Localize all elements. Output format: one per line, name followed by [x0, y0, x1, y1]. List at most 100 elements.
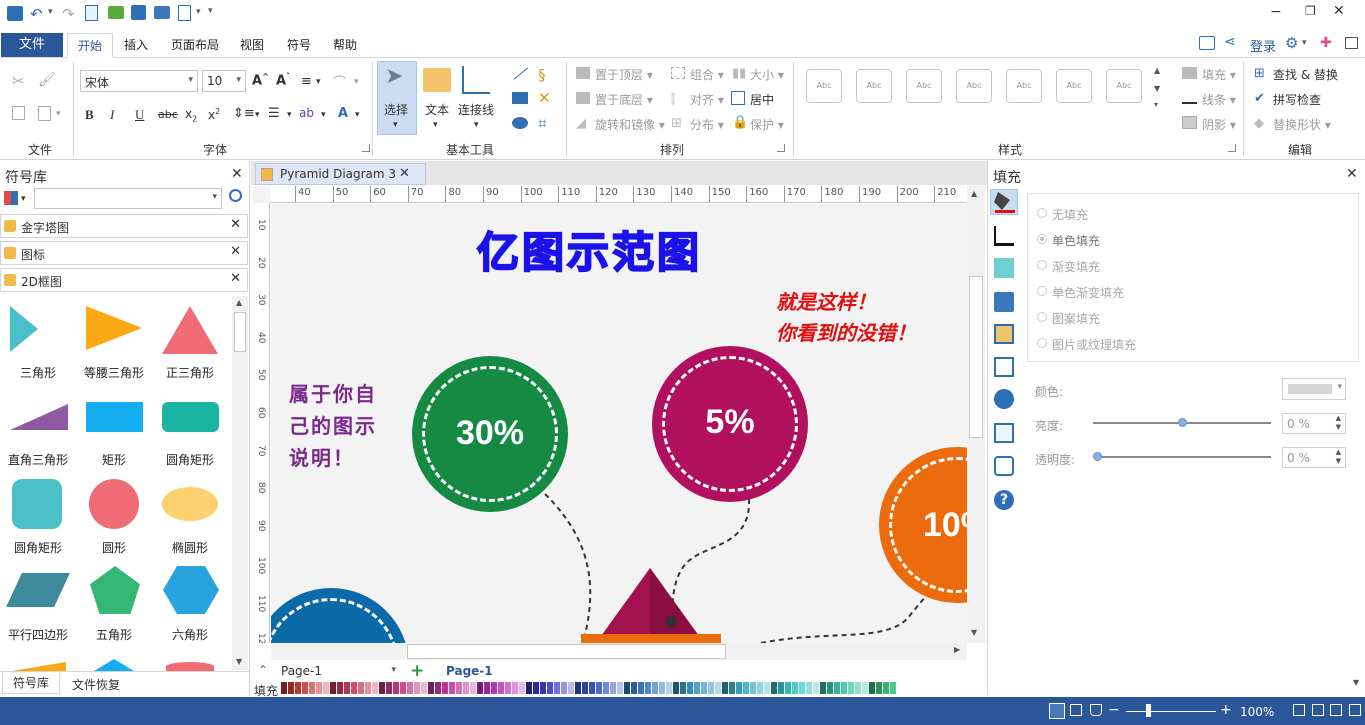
option-solid-fill[interactable]: 单色填充 — [1052, 232, 1100, 249]
color-swatch[interactable] — [862, 682, 868, 694]
color-swatch[interactable] — [449, 682, 455, 694]
tab-file-recovery[interactable]: 文件恢复 — [72, 676, 120, 693]
color-swatch[interactable] — [631, 682, 637, 694]
ellipse-tool-icon[interactable] — [512, 117, 528, 129]
color-swatch[interactable] — [491, 682, 497, 694]
color-swatch[interactable] — [372, 682, 378, 694]
zoom-level[interactable]: 100% — [1240, 705, 1274, 719]
color-swatch[interactable] — [512, 682, 518, 694]
send-back-button[interactable]: 置于底层 ▾ — [595, 91, 653, 108]
print-icon[interactable] — [154, 6, 170, 19]
style-sample-1[interactable]: Abc — [806, 69, 842, 103]
style-sample-4[interactable]: Abc — [956, 69, 992, 103]
color-swatch[interactable] — [820, 682, 826, 694]
color-swatch[interactable] — [547, 682, 553, 694]
color-swatch[interactable] — [743, 682, 749, 694]
color-swatch[interactable] — [890, 682, 896, 694]
color-swatch[interactable] — [827, 682, 833, 694]
shadow-button[interactable]: 阴影 ▾ — [1202, 116, 1236, 133]
color-swatch[interactable] — [722, 682, 728, 694]
color-swatch[interactable] — [785, 682, 791, 694]
transparency-input[interactable]: 0 % ▲ ▼ — [1282, 447, 1346, 468]
right-panel-scrollbar[interactable]: ▼ — [1353, 678, 1363, 692]
superscript-button[interactable]: x2 — [208, 107, 220, 122]
feedback-icon[interactable] — [1199, 36, 1215, 50]
fullscreen-icon[interactable] — [1330, 704, 1342, 716]
stepper-icon[interactable]: ▲ ▼ — [1336, 414, 1341, 432]
color-palette[interactable] — [281, 682, 901, 695]
close-icon[interactable]: ✕ — [230, 271, 241, 286]
bring-front-button[interactable]: 置于顶层 ▾ — [595, 66, 653, 83]
shape-ellipse[interactable] — [162, 487, 218, 521]
save-icon[interactable] — [131, 5, 146, 20]
crop-tool-icon[interactable]: ⌗ — [538, 114, 546, 132]
color-swatch[interactable] — [463, 682, 469, 694]
plugin-icon[interactable]: ✚ — [1320, 35, 1332, 51]
italic-button[interactable]: I — [110, 107, 114, 123]
option-texture-fill[interactable]: 图片或纹理填充 — [1052, 336, 1136, 353]
find-replace-button[interactable]: 查找 & 替换 — [1273, 66, 1338, 83]
tab-page-layout[interactable]: 页面布局 — [165, 33, 225, 57]
restore-button[interactable]: ❐ — [1305, 4, 1316, 18]
color-swatch[interactable] — [652, 682, 658, 694]
settings-icon[interactable]: ⚙ — [1285, 34, 1298, 52]
cut-icon[interactable]: ✂ — [12, 72, 25, 90]
color-swatch[interactable] — [694, 682, 700, 694]
color-swatch[interactable] — [589, 682, 595, 694]
rotate-mirror-button[interactable]: 旋转和镜像 ▾ — [595, 116, 665, 133]
image-tab-icon[interactable] — [994, 292, 1014, 312]
distribute-button[interactable]: 分布 ▾ — [690, 116, 724, 133]
color-swatch[interactable] — [715, 682, 721, 694]
option-gradient-fill[interactable]: 渐变填充 — [1052, 258, 1100, 275]
color-swatch[interactable] — [673, 682, 679, 694]
color-swatch[interactable] — [778, 682, 784, 694]
bullet-style-icon[interactable]: ⌒ — [333, 72, 346, 91]
color-swatch[interactable] — [617, 682, 623, 694]
close-button[interactable]: ✕ — [1333, 3, 1345, 19]
hyperlink-icon[interactable] — [994, 389, 1014, 409]
color-swatch[interactable] — [456, 682, 462, 694]
color-swatch[interactable] — [428, 682, 434, 694]
color-swatch[interactable] — [484, 682, 490, 694]
color-swatch[interactable] — [477, 682, 483, 694]
canvas-vscroll-thumb[interactable] — [969, 276, 983, 438]
color-picker[interactable]: ▾ — [1282, 378, 1346, 400]
stepper-icon[interactable]: ▲ ▼ — [1336, 448, 1341, 466]
style-scroll-down-icon[interactable]: ▼ — [1154, 84, 1160, 93]
color-swatch[interactable] — [526, 682, 532, 694]
color-swatch[interactable] — [379, 682, 385, 694]
color-swatch[interactable] — [309, 682, 315, 694]
minimize-button[interactable]: − — [1270, 4, 1282, 20]
rectangle-tool-icon[interactable] — [512, 92, 528, 104]
text-highlight-icon[interactable]: ab — [299, 106, 314, 120]
color-swatch[interactable] — [281, 682, 287, 694]
option-pattern-fill[interactable]: 图案填充 — [1052, 310, 1100, 327]
style-sample-7[interactable]: Abc — [1106, 69, 1142, 103]
option-single-gradient-fill[interactable]: 单色渐变填充 — [1052, 284, 1124, 301]
close-icon[interactable]: ✕ — [231, 166, 243, 182]
size-button[interactable]: 大小 ▾ — [750, 66, 784, 83]
tab-view[interactable]: 视图 — [234, 33, 270, 57]
color-swatch[interactable] — [330, 682, 336, 694]
color-swatch[interactable] — [855, 682, 861, 694]
subscript-button[interactable]: x2 — [185, 107, 197, 123]
fill-button[interactable]: 填充 ▾ — [1202, 66, 1236, 83]
attachment-icon[interactable] — [994, 423, 1014, 443]
color-swatch[interactable] — [540, 682, 546, 694]
style-sample-3[interactable]: Abc — [906, 69, 942, 103]
close-icon[interactable]: ✕ — [230, 244, 241, 259]
library-scrollbar[interactable] — [232, 296, 248, 670]
radio-no-fill[interactable] — [1037, 208, 1047, 218]
fit-page-icon[interactable] — [1293, 704, 1305, 716]
canvas-hscroll-thumb[interactable] — [407, 644, 726, 659]
color-swatch[interactable] — [407, 682, 413, 694]
color-swatch[interactable] — [638, 682, 644, 694]
page-properties-icon[interactable] — [994, 357, 1014, 377]
help-icon[interactable]: ? — [994, 490, 1014, 510]
color-swatch[interactable] — [792, 682, 798, 694]
style-dialog-launcher-icon[interactable] — [1228, 144, 1236, 152]
color-swatch[interactable] — [841, 682, 847, 694]
color-swatch[interactable] — [848, 682, 854, 694]
color-swatch[interactable] — [316, 682, 322, 694]
style-sample-6[interactable]: Abc — [1056, 69, 1092, 103]
